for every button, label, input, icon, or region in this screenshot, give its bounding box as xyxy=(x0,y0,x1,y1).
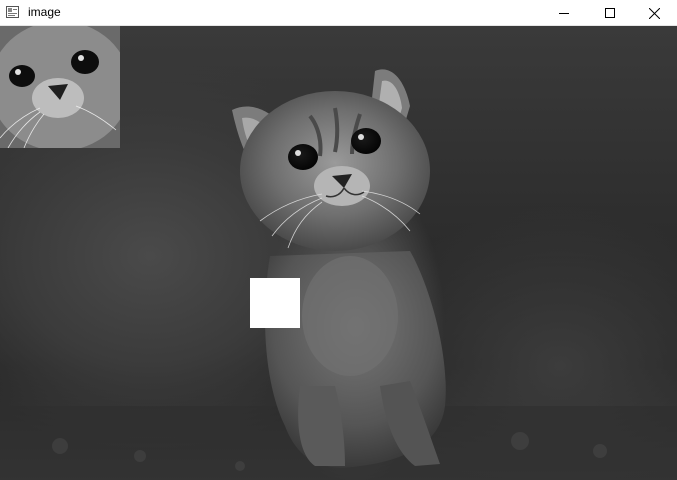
close-button[interactable] xyxy=(631,0,677,26)
minimize-icon xyxy=(559,13,569,14)
image-window: image xyxy=(0,0,677,480)
maximize-icon xyxy=(605,8,615,18)
app-window-icon xyxy=(6,6,19,18)
window-title: image xyxy=(28,5,61,19)
maximize-button[interactable] xyxy=(587,0,633,26)
white-square-overlay xyxy=(250,278,300,328)
title-bar[interactable]: image xyxy=(0,0,677,26)
minimize-button[interactable] xyxy=(541,0,587,26)
image-canvas[interactable] xyxy=(0,26,677,480)
kitten-thumbnail xyxy=(0,26,120,148)
close-icon xyxy=(648,7,660,19)
thumbnail-overlay xyxy=(0,26,120,148)
